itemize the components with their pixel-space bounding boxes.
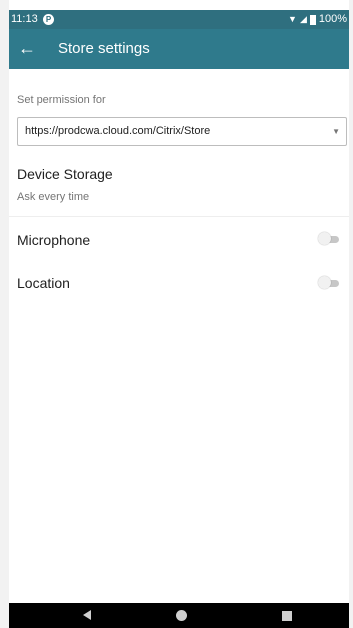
right-frame <box>349 0 353 628</box>
permission-label: Set permission for <box>17 94 106 106</box>
notification-icon: P <box>43 14 54 25</box>
dropdown-caret-icon: ▼ <box>332 127 340 136</box>
android-nav-bar <box>9 603 349 628</box>
status-bar: 11:13 P ▼ ◢ 100% <box>9 10 349 29</box>
store-url-select[interactable]: https://prodcwa.cloud.com/Citrix/Store ▼ <box>17 117 347 146</box>
nav-back-icon[interactable] <box>83 610 91 620</box>
left-frame <box>0 0 9 628</box>
page-title: Store settings <box>58 40 150 57</box>
device-storage-title[interactable]: Device Storage <box>17 165 113 183</box>
status-time: 11:13 <box>11 13 38 25</box>
nav-home-icon[interactable] <box>176 610 187 621</box>
location-label: Location <box>17 275 70 291</box>
microphone-label: Microphone <box>17 232 91 248</box>
status-right-group: ▼ ◢ 100% <box>288 10 347 29</box>
store-url-value: https://prodcwa.cloud.com/Citrix/Store <box>25 125 211 137</box>
back-arrow-icon[interactable]: ← <box>18 37 36 59</box>
nav-recents-icon[interactable] <box>282 611 292 621</box>
wifi-icon: ▼ <box>288 14 297 24</box>
toggle-thumb <box>318 232 331 245</box>
app-bar: ← Store settings <box>9 29 349 69</box>
signal-icon: ◢ <box>299 14 307 24</box>
section-divider <box>9 216 349 217</box>
microphone-toggle[interactable] <box>318 232 340 246</box>
battery-percentage: 100% <box>318 13 347 25</box>
location-toggle[interactable] <box>318 276 340 290</box>
battery-icon <box>309 14 316 25</box>
toggle-thumb <box>318 276 331 289</box>
device-storage-subtitle: Ask every time <box>17 191 90 203</box>
